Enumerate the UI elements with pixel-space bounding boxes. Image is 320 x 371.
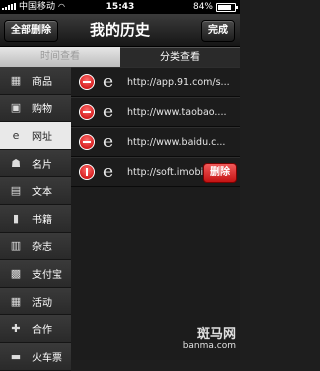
sidebar-item[interactable]: ▤ 文本: [0, 177, 71, 205]
sidebar-item[interactable]: ✚ 合作: [0, 315, 71, 343]
ie-icon: e: [12, 128, 20, 142]
watermark-title: 斑马网: [196, 326, 236, 342]
sidebar-item[interactable]: e 网址: [0, 122, 71, 150]
sidebar-item[interactable]: ▥ 杂志: [0, 232, 71, 261]
sidebar-item[interactable]: ▩ 支付宝: [0, 260, 71, 288]
sidebar-item-label: 合作: [32, 325, 52, 337]
delete-button[interactable]: 删除: [203, 163, 237, 183]
remove-circle-icon[interactable]: [79, 74, 95, 90]
activity-icon: ▦: [10, 294, 22, 308]
shopping-icon: ▣: [10, 101, 22, 115]
text-icon: ▤: [10, 184, 22, 198]
ie-browser-icon: e: [103, 71, 114, 92]
ie-browser-icon: e: [103, 161, 114, 182]
remove-circle-icon[interactable]: [79, 134, 95, 150]
nav-bar: 我的历史 全部删除 完成: [0, 14, 240, 47]
sidebar-item-label: 杂志: [32, 242, 52, 254]
magazine-icon: ▥: [10, 239, 22, 253]
sidebar-item-label: 书籍: [32, 214, 52, 226]
history-row[interactable]: e http://soft.imobil 删除: [71, 157, 240, 187]
category-sidebar: ▦ 商品 ▣ 购物 e 网址 ☗ 名片 ▤ 文本 ▮ 书籍 ▥ 杂志 ▩ 支付宝 ▦ 活动 ✚ 合作 ▬ 火车票: [0, 67, 71, 371]
sidebar-item[interactable]: ▦ 商品: [0, 67, 71, 95]
sidebar-item[interactable]: ▬ 火车票: [0, 342, 71, 371]
sidebar-item-label: 文本: [32, 187, 52, 199]
sidebar-item-label: 商品: [32, 76, 52, 88]
train-ticket-icon: ▬: [10, 349, 22, 363]
battery-percent: 84%: [192, 2, 213, 12]
sidebar-item-label: 火车票: [32, 352, 62, 364]
sidebar-item[interactable]: ▦ 活动: [0, 287, 71, 316]
battery-icon: [216, 2, 238, 12]
tab-time-view[interactable]: 时间查看: [0, 47, 120, 67]
status-bar: 中国移动 ◠ 15:43 84%: [0, 0, 240, 14]
puzzle-icon: ✚: [11, 322, 21, 336]
history-url: http://www.baidu.c...: [127, 136, 226, 148]
sidebar-item[interactable]: ▮ 书籍: [0, 204, 71, 233]
history-url: http://www.taobao....: [127, 106, 227, 118]
contact-card-icon: ☗: [11, 156, 21, 170]
book-icon: ▮: [12, 211, 20, 225]
sidebar-item[interactable]: ☗ 名片: [0, 149, 71, 178]
sidebar-item-label: 购物: [32, 104, 52, 116]
sidebar-item-label: 名片: [32, 159, 52, 171]
view-tabs: 时间查看 分类查看: [0, 47, 240, 67]
alipay-icon: ▩: [10, 266, 22, 280]
ie-browser-icon: e: [103, 101, 114, 122]
remove-circle-icon[interactable]: [79, 104, 95, 120]
watermark-logo: 斑马网 banma.com: [182, 326, 236, 352]
ie-browser-icon: e: [103, 131, 114, 152]
delete-all-button[interactable]: 全部删除: [4, 20, 58, 42]
watermark-url: banma.com: [182, 341, 236, 352]
sidebar-item[interactable]: ▣ 购物: [0, 94, 71, 123]
sidebar-item-label: 支付宝: [32, 269, 62, 281]
done-button[interactable]: 完成: [201, 20, 235, 42]
sidebar-item-label: 活动: [32, 297, 52, 309]
history-row[interactable]: e http://app.91.com/s...: [71, 67, 240, 97]
remove-circle-icon[interactable]: [79, 164, 95, 180]
history-url: http://app.91.com/s...: [127, 76, 230, 88]
history-row[interactable]: e http://www.baidu.c...: [71, 127, 240, 157]
barcode-icon: ▦: [10, 73, 22, 87]
sidebar-item-label: 网址: [32, 131, 52, 143]
history-list: e http://app.91.com/s... e http://www.taoba…: [71, 67, 240, 360]
history-row[interactable]: e http://www.taobao....: [71, 97, 240, 127]
tab-category-view[interactable]: 分类查看: [120, 47, 240, 67]
